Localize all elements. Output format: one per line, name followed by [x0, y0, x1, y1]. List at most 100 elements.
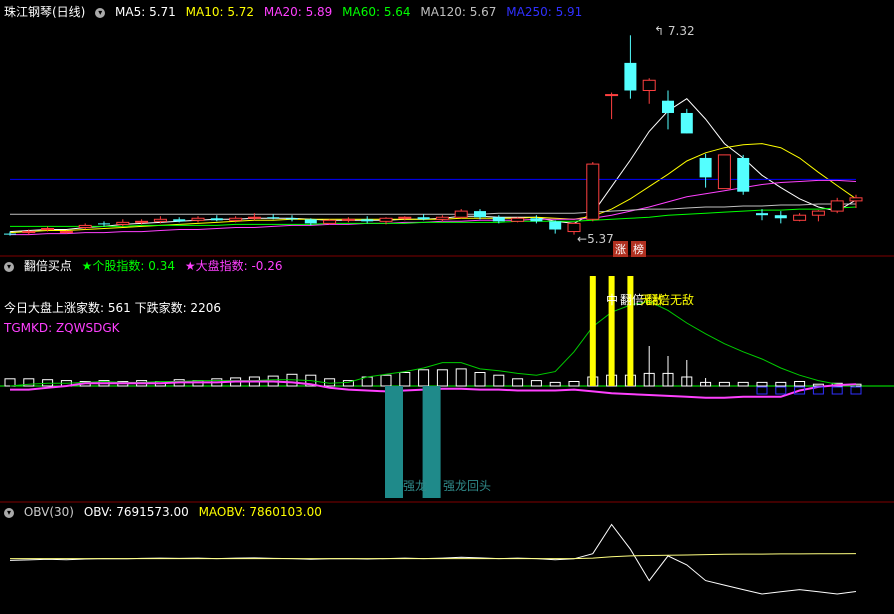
candle-body-down [267, 217, 280, 219]
hollow-bar [399, 372, 411, 387]
signal-header: ▾ 翻倍买点 ★个股指数: 0.34 ★大盘指数: -0.26 [4, 258, 289, 274]
stock-title: 珠江钢琴(日线) [4, 5, 86, 19]
candle-body-up [22, 231, 36, 234]
candle-body-down [210, 218, 223, 221]
candle-body-down [4, 233, 16, 235]
negative-hollow-bar [850, 386, 862, 395]
high-price-label: ↰ 7.32 [654, 24, 695, 38]
ma120-label: MA120: 5.67 [420, 5, 497, 19]
settings-circle-icon[interactable]: ▾ [95, 7, 106, 18]
tgmkd-label: TGMKD: ZQWSDGK [4, 321, 120, 335]
high-arrow-icon: ↰ [654, 24, 665, 38]
candle-body-down [624, 62, 637, 91]
obv-title: OBV(30) [23, 505, 74, 519]
settings-circle-icon[interactable]: ▾ [4, 507, 14, 518]
candle-body-up [229, 217, 243, 221]
candle-body-up [586, 163, 600, 220]
hollow-bar [436, 369, 448, 387]
hollow-bar [380, 374, 392, 387]
candle-body-up [41, 227, 55, 231]
candle-body-down [492, 217, 505, 222]
signal-bar-yellow [589, 276, 596, 386]
candle-body-down [474, 211, 486, 218]
obv-header: ▾ OBV(30) OBV: 7691573.00 MAOBV: 7860103… [4, 504, 328, 520]
candle-body-down [304, 219, 317, 224]
candle-body-down [680, 112, 693, 134]
hollow-bar [455, 368, 467, 387]
candle-body-up [153, 218, 167, 222]
candle-body-up [605, 94, 619, 97]
ma10-label: MA10: 5.72 [185, 5, 255, 19]
candle-body-down [774, 215, 787, 219]
dragon-return-label: 强龙回头 [443, 479, 492, 493]
ma120-line [10, 203, 856, 215]
candle-body-up [830, 200, 844, 212]
ma20-label: MA20: 5.89 [263, 5, 333, 19]
candle-body-up [849, 197, 863, 202]
candle-body-up [454, 210, 468, 218]
candle-body-down [737, 157, 750, 192]
obv-line [9, 523, 857, 595]
candle-body-up [717, 154, 731, 190]
candle-body-up [811, 210, 825, 216]
hollow-bar [756, 381, 768, 387]
low-price-value: 5.37 [587, 232, 614, 246]
ma60-label: MA60: 5.64 [342, 5, 411, 19]
candle-body-down [549, 221, 562, 230]
low-arrow-icon: ← [577, 232, 588, 246]
candle-body-up [379, 217, 393, 222]
candle-body-up [341, 218, 355, 221]
signal-text-zhong: 中 [606, 293, 619, 307]
hollow-bar [418, 369, 430, 387]
hollow-bar [512, 378, 524, 387]
ma5-label: MA5: 5.71 [115, 5, 176, 19]
candle-body-up [116, 221, 130, 225]
candle-body-down [662, 100, 674, 113]
zhang-badge[interactable]: 涨 [613, 241, 628, 257]
candle-body-up [59, 231, 73, 234]
market-breadth: 今日大盘上涨家数: 561 下跌家数: 2206 [4, 301, 221, 315]
obv-panel[interactable] [9, 523, 857, 595]
negative-hollow-bar [775, 386, 787, 395]
candle-body-down [98, 223, 110, 225]
candle-body-up [567, 222, 581, 233]
dragon-label: 强龙 [403, 479, 428, 493]
candle-body-down [286, 218, 298, 220]
candle-body-up [191, 217, 205, 221]
kline-header: 珠江钢琴(日线) ▾ MA5: 5.71 MA10: 5.72 MA20: 5.… [4, 4, 588, 20]
hollow-bar [549, 381, 561, 387]
hollow-bar [474, 372, 486, 387]
hollow-bar [794, 381, 806, 387]
market-index-label: ★大盘指数: -0.26 [184, 259, 283, 273]
signal-title: 翻倍买点 [23, 259, 72, 273]
signal-text-fanbei-wudi: 翻倍无敌 [646, 293, 695, 307]
hollow-bar [493, 374, 505, 387]
hollow-bar [718, 381, 730, 387]
kline-panel[interactable] [4, 35, 863, 236]
low-price-label: ←5.37 [577, 232, 614, 246]
candle-body-up [135, 220, 149, 223]
candle-body-up [78, 224, 92, 228]
ma250-label: MA250: 5.91 [506, 5, 583, 19]
candle-body-up [435, 216, 449, 220]
candle-body-up [398, 216, 412, 219]
candle-body-down [417, 217, 430, 220]
candle-body-down [361, 219, 374, 222]
hollow-bar [4, 378, 16, 387]
candle-body-down [530, 218, 543, 222]
negative-hollow-bar [756, 386, 768, 395]
candle-body-up [793, 214, 807, 221]
candle-body-down [699, 157, 712, 178]
candle-body-up [642, 79, 656, 91]
obv-label: OBV: 7691573.00 [83, 505, 189, 519]
candle-body-up [247, 216, 261, 219]
hollow-bar [568, 381, 580, 387]
bang-badge[interactable]: 榜 [631, 241, 646, 257]
candle-body-down [173, 219, 186, 222]
hollow-bar [737, 381, 749, 387]
settings-circle-icon[interactable]: ▾ [4, 261, 14, 272]
maobv-label: MAOBV: 7860103.00 [198, 505, 322, 519]
hollow-bar [775, 381, 787, 387]
candle-body-up [323, 219, 337, 224]
stock-index-label: ★个股指数: 0.34 [81, 259, 176, 273]
